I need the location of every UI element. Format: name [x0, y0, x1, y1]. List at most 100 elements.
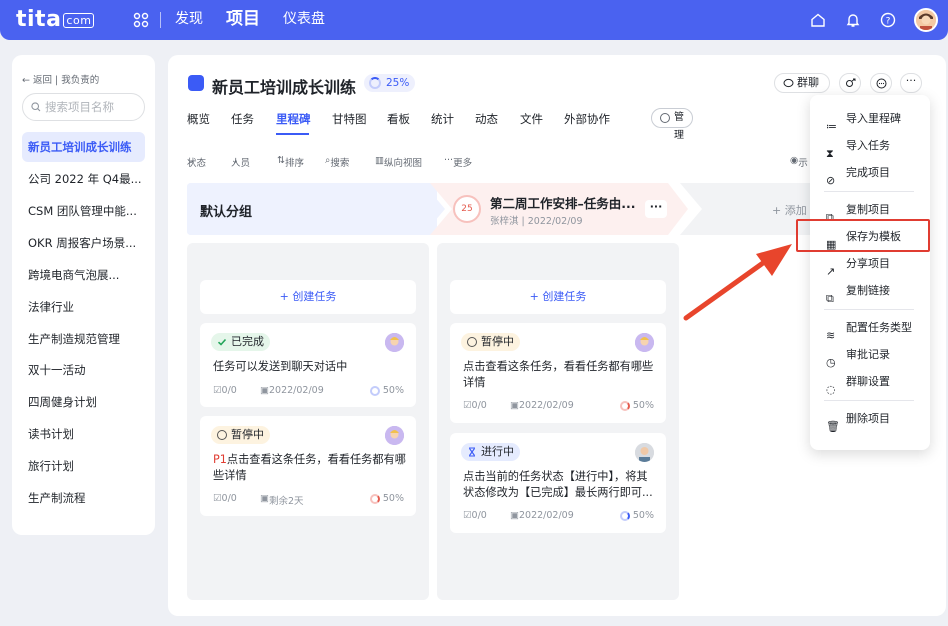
assignee-avatar[interactable] [385, 333, 404, 352]
menu-group-chat-settings[interactable]: ◌ 群聊设置 [810, 369, 930, 396]
search-button[interactable]: ⌕ 搜索 [325, 155, 349, 169]
tab-external[interactable]: 外部协作 [564, 111, 610, 127]
create-task-button[interactable]: + 创建任务 [200, 280, 416, 314]
tab-overview[interactable]: 概览 [187, 111, 210, 127]
progress-ring-icon [619, 401, 630, 411]
sidebar-project-item[interactable]: OKR 周报客户场景... [22, 228, 145, 258]
user-avatar[interactable] [914, 8, 938, 32]
share-icon: ↗ [826, 265, 836, 278]
project-progress-badge: 25% [364, 74, 416, 92]
status-badge[interactable]: 已完成 [211, 333, 270, 351]
tab-gantt[interactable]: 甘特图 [332, 111, 367, 127]
status-badge[interactable]: 暂停中 [461, 333, 520, 351]
sidebar-project-item[interactable]: 法律行业 [22, 292, 145, 322]
check-circle-icon: ⊘ [826, 174, 836, 187]
search-icon [31, 102, 41, 112]
sidebar-project-item[interactable]: 旅行计划 [22, 451, 145, 481]
milestone-meta: 张梓淇 | 2022/02/09 [490, 216, 583, 227]
home-icon[interactable] [810, 12, 826, 28]
status-badge[interactable]: 暂停中 [211, 426, 270, 444]
back-link[interactable]: ← 返回 | 我负责的 [22, 72, 99, 86]
nav-discover[interactable]: 发现 [175, 0, 203, 40]
menu-import-tasks[interactable]: ⧗ 导入任务 [810, 133, 930, 160]
tab-kanban[interactable]: 看板 [387, 111, 410, 127]
filter-status[interactable]: 状态 ⌄ [187, 155, 206, 169]
tita-logo[interactable]: tita com [16, 7, 95, 32]
filter-people[interactable]: 人员 ⌄ [231, 155, 250, 169]
menu-divider [824, 400, 914, 401]
check-icon [217, 338, 227, 346]
menu-approval-records[interactable]: ◷ 审批记录 [810, 342, 930, 369]
sidebar-project-item[interactable]: CSM 团队管理中能... [22, 196, 145, 226]
tab-stats[interactable]: 统计 [431, 111, 454, 127]
menu-import-milestone[interactable]: ≔ 导入里程碑 [810, 106, 930, 133]
status-badge[interactable]: 进行中 [461, 443, 520, 461]
sidebar-project-item[interactable]: 生产制造规范管理 [22, 324, 145, 354]
task-progress: 50% [369, 385, 404, 396]
progress-ring-icon [619, 511, 630, 521]
task-column: + 创建任务 已完成 任务可以发送到聊天对话中 ☑ 0/0 ▣ 2022/02/… [187, 243, 429, 600]
more-tools-button[interactable]: ··· 更多 [444, 155, 472, 169]
scope-filter[interactable]: 我负责的 [61, 75, 99, 86]
nav-projects[interactable]: 项目 [226, 0, 260, 40]
bell-icon[interactable] [845, 12, 861, 28]
sidebar-project-item[interactable]: 四周健身计划 [22, 387, 145, 417]
tab-files[interactable]: 文件 [520, 111, 543, 127]
task-card[interactable]: 已完成 任务可以发送到聊天对话中 ☑ 0/0 ▣ 2022/02/09 50% [200, 323, 416, 407]
clock-icon: ◷ [826, 356, 836, 369]
task-card[interactable]: 暂停中 P1点击查看这条任务，看看任务都有哪些详情 ☑ 0/0 ▣ 剩余2天 5… [200, 416, 416, 516]
sidebar-project-item[interactable]: 读书计划 [22, 419, 145, 449]
vertical-view-button[interactable]: ▥ 纵向视图 [375, 155, 422, 169]
help-icon[interactable]: ? [880, 12, 896, 28]
create-task-button[interactable]: + 创建任务 [450, 280, 666, 314]
assignee-avatar[interactable] [635, 333, 654, 352]
menu-share-project[interactable]: ↗ 分享项目 [810, 251, 930, 278]
assignee-avatar[interactable] [385, 426, 404, 445]
share-members-button[interactable] [839, 73, 861, 93]
task-card[interactable]: 进行中 点击当前的任务状态【进行中】，将其状态修改为【已完成】最长两行即可...… [450, 433, 666, 533]
chat-icon: ◌ [826, 383, 836, 396]
task-card[interactable]: 暂停中 点击查看这条任务，看看任务都有哪些详情 ☑ 0/0 ▣ 2022/02/… [450, 323, 666, 423]
progress-ring-icon [369, 386, 380, 396]
project-search-input[interactable]: 搜索项目名称 [22, 93, 145, 121]
tab-tasks[interactable]: 任务 [231, 111, 254, 127]
display-toggle[interactable]: ◉ 示 [790, 155, 808, 169]
comment-button[interactable] [870, 73, 892, 93]
sidebar-project-item[interactable]: 跨境电商气泡展... [22, 260, 145, 290]
user-share-icon [846, 78, 856, 87]
sidebar-project-item[interactable]: 生产制流程 [22, 483, 145, 513]
apps-grid-icon[interactable] [133, 12, 149, 28]
trash-icon: 🗑 [826, 420, 840, 433]
highlight-box [796, 219, 930, 252]
add-milestone-label: + 添加 [772, 204, 807, 217]
menu-divider [824, 309, 914, 310]
more-options-button[interactable]: ··· [900, 73, 922, 93]
menu-config-task-types[interactable]: ≋ 配置任务类型 [810, 315, 930, 342]
task-title: P1点击查看这条任务，看看任务都有哪些详情 [213, 453, 406, 482]
active-tab-indicator [276, 133, 309, 135]
menu-delete-project[interactable]: 🗑 删除项目 [810, 406, 930, 433]
milestone-progress-ring: 25 [453, 195, 481, 223]
milestone-title: 第二周工作安排–任务由... [490, 196, 636, 211]
progress-ring-icon [369, 77, 381, 89]
milestone-more-button[interactable]: ··· [645, 200, 667, 218]
menu-copy-link[interactable]: ⧉ 复制链接 [810, 278, 930, 305]
top-navigation-bar: tita com 发现 项目 仪表盘 ? [0, 0, 948, 40]
tab-activity[interactable]: 动态 [475, 111, 498, 127]
menu-divider [824, 191, 914, 192]
task-progress: 50% [619, 510, 654, 521]
assignee-avatar[interactable] [635, 443, 654, 462]
sort-button[interactable]: ⇅ 排序 [277, 155, 304, 169]
pause-icon [467, 337, 477, 347]
default-group-header: 默认分组 [187, 183, 445, 235]
manage-button[interactable]: 管理 [651, 108, 693, 141]
nav-dashboard[interactable]: 仪表盘 [283, 0, 325, 40]
sidebar-project-item[interactable]: 公司 2022 年 Q4最... [22, 164, 145, 194]
tab-milestones[interactable]: 里程碑 [276, 111, 311, 127]
group-chat-button[interactable]: 群聊 [774, 73, 830, 93]
sidebar-project-item[interactable]: 新员工培训成长训练 [22, 132, 145, 162]
menu-complete-project[interactable]: ⊘ 完成项目 [810, 160, 930, 187]
default-group-title: 默认分组 [200, 205, 253, 220]
milestone-header[interactable]: 25 第二周工作安排–任务由... 张梓淇 | 2022/02/09 ··· [430, 183, 692, 235]
sidebar-project-item[interactable]: 双十一活动 [22, 355, 145, 385]
